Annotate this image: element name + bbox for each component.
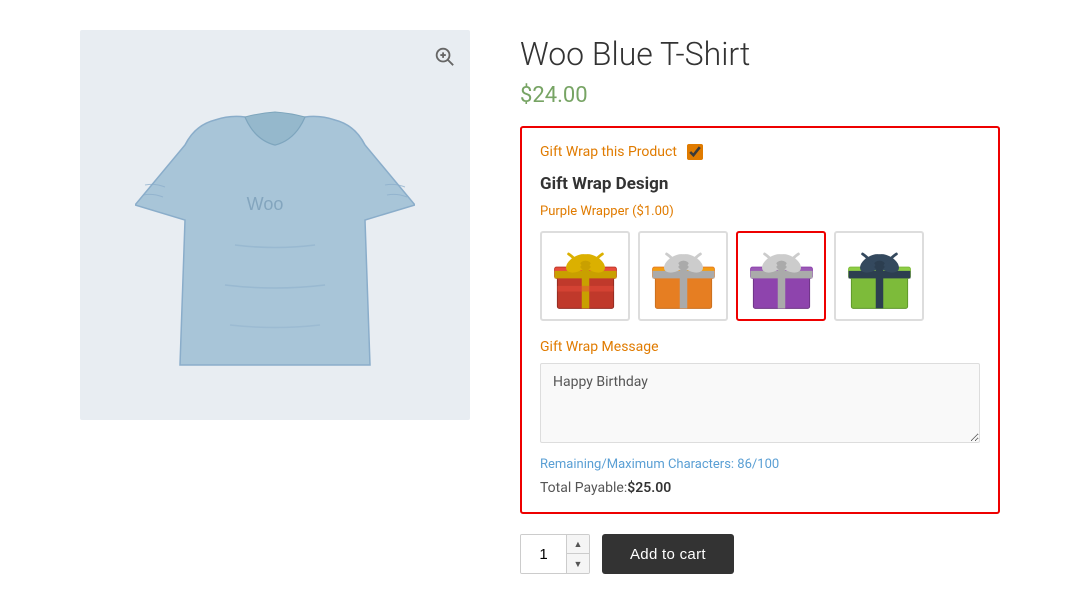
gift-wrap-toggle-label: Gift Wrap this Product bbox=[540, 144, 677, 160]
svg-text:Woo: Woo bbox=[247, 194, 284, 214]
gift-message-textarea[interactable]: Happy Birthday bbox=[540, 363, 980, 443]
qty-up-button[interactable]: ▲ bbox=[567, 535, 589, 554]
product-image-section: Woo bbox=[80, 30, 470, 420]
qty-down-button[interactable]: ▼ bbox=[567, 554, 589, 573]
product-image: Woo bbox=[135, 65, 415, 385]
add-to-cart-button[interactable]: Add to cart bbox=[602, 534, 734, 574]
design-option-red[interactable] bbox=[540, 231, 630, 321]
product-details-section: Woo Blue T-Shirt $24.00 Gift Wrap this P… bbox=[520, 30, 1000, 574]
product-image-wrapper: Woo bbox=[80, 30, 470, 420]
product-price: $24.00 bbox=[520, 83, 1000, 108]
gift-message-label: Gift Wrap Message bbox=[540, 339, 980, 355]
gift-wrap-design-title: Gift Wrap Design bbox=[540, 174, 980, 194]
product-title: Woo Blue T-Shirt bbox=[520, 35, 1000, 73]
total-payable-value: $25.00 bbox=[627, 480, 671, 496]
design-option-orange[interactable] bbox=[638, 231, 728, 321]
add-to-cart-row: ▲ ▼ Add to cart bbox=[520, 534, 1000, 574]
gift-wrap-design-options bbox=[540, 231, 980, 321]
page-container: Woo Woo Blue T-Shirt $24.00 Gift Wrap th… bbox=[0, 0, 1080, 604]
qty-input[interactable] bbox=[521, 535, 566, 573]
total-payable-label: Total Payable: bbox=[540, 480, 627, 496]
design-option-purple[interactable] bbox=[736, 231, 826, 321]
design-option-green[interactable] bbox=[834, 231, 924, 321]
gift-wrap-toggle-row: Gift Wrap this Product bbox=[540, 144, 980, 160]
zoom-icon[interactable] bbox=[430, 42, 458, 70]
total-payable: Total Payable:$25.00 bbox=[540, 480, 980, 496]
gift-wrap-selected-option-label: Purple Wrapper ($1.00) bbox=[540, 204, 980, 219]
char-count: Remaining/Maximum Characters: 86/100 bbox=[540, 457, 980, 472]
gift-wrap-checkbox[interactable] bbox=[687, 144, 703, 160]
qty-arrows: ▲ ▼ bbox=[566, 535, 589, 573]
gift-wrap-box: Gift Wrap this Product Gift Wrap Design … bbox=[520, 126, 1000, 514]
qty-wrapper: ▲ ▼ bbox=[520, 534, 590, 574]
